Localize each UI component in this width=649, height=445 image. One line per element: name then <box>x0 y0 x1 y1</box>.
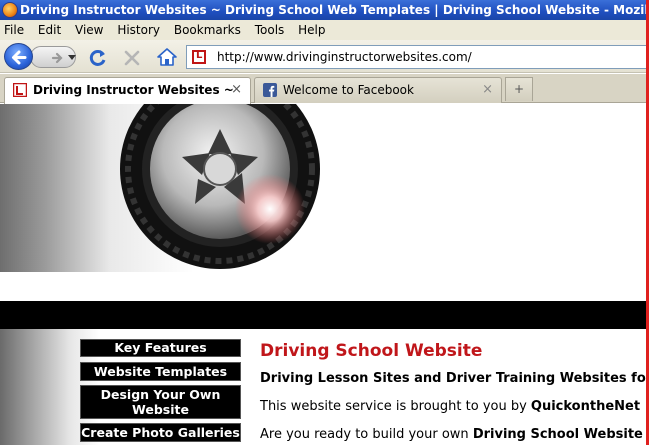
menu-view[interactable]: View <box>70 20 108 40</box>
learner-plate-icon <box>13 83 27 97</box>
stop-icon[interactable] <box>122 48 142 68</box>
tab-label: Driving Instructor Websites ~ Dri... <box>33 83 233 97</box>
intro-text: This website service is brought to you b… <box>260 399 531 414</box>
page-content: Key Features Website Templates Design Yo… <box>0 104 646 445</box>
header-black-bar <box>0 301 646 329</box>
close-tab-icon[interactable]: × <box>231 78 242 102</box>
tab-label: Welcome to Facebook <box>283 83 414 97</box>
back-button[interactable] <box>4 43 33 70</box>
reload-icon[interactable] <box>88 48 108 68</box>
nav-key-features-button[interactable]: Key Features <box>80 339 241 357</box>
call-to-action-paragraph: Are you ready to build your own Driving … <box>260 427 643 442</box>
quickonthenet-link[interactable]: QuickontheNet <box>531 399 640 414</box>
tab-facebook[interactable]: Welcome to Facebook × <box>254 77 502 103</box>
menu-edit[interactable]: Edit <box>33 20 66 40</box>
menu-file[interactable]: File <box>0 20 29 40</box>
page-heading: Driving School Website <box>260 341 483 361</box>
firefox-icon <box>2 2 18 18</box>
page-subheading: Driving Lesson Sites and Driver Training… <box>260 371 646 386</box>
header-banner <box>0 104 646 272</box>
facebook-icon <box>263 83 277 97</box>
car-wheel-image <box>120 104 320 269</box>
home-icon[interactable] <box>156 47 178 67</box>
menu-bar: File Edit View History Bookmarks Tools H… <box>0 20 646 40</box>
menu-bookmarks[interactable]: Bookmarks <box>169 20 246 40</box>
menu-tools[interactable]: Tools <box>250 20 290 40</box>
tab-strip: Driving Instructor Websites ~ Dri... × W… <box>0 74 646 104</box>
page-body: Key Features Website Templates Design Yo… <box>0 329 646 445</box>
history-dropdown-icon[interactable] <box>68 55 76 60</box>
tab-driving-instructor[interactable]: Driving Instructor Websites ~ Dri... × <box>4 77 251 104</box>
intro-paragraph: This website service is brought to you b… <box>260 399 640 414</box>
browser-window: Driving Instructor Websites ~ Driving Sc… <box>0 0 649 445</box>
nav-create-photo-galleries-button[interactable]: Create Photo Galleries <box>80 423 241 442</box>
url-text[interactable]: http://www.drivinginstructorwebsites.com… <box>217 46 472 68</box>
title-bar: Driving Instructor Websites ~ Driving Sc… <box>0 0 649 20</box>
new-tab-button[interactable]: + <box>505 77 533 101</box>
navigation-toolbar: http://www.drivinginstructorwebsites.com… <box>0 40 646 73</box>
nav-website-templates-button[interactable]: Website Templates <box>80 362 241 381</box>
cta-text: Are you ready to build your own <box>260 427 473 442</box>
close-tab-icon[interactable]: × <box>482 78 493 102</box>
window-title: Driving Instructor Websites ~ Driving Sc… <box>20 3 649 17</box>
back-arrow-icon <box>12 50 27 65</box>
site-favicon-icon <box>192 50 206 64</box>
cta-bold-text: Driving School Website <box>472 427 643 442</box>
nav-design-your-own-website-button[interactable]: Design Your Own Website <box>80 385 241 419</box>
menu-help[interactable]: Help <box>293 20 330 40</box>
address-bar[interactable]: http://www.drivinginstructorwebsites.com… <box>186 45 646 69</box>
menu-history[interactable]: History <box>112 20 165 40</box>
